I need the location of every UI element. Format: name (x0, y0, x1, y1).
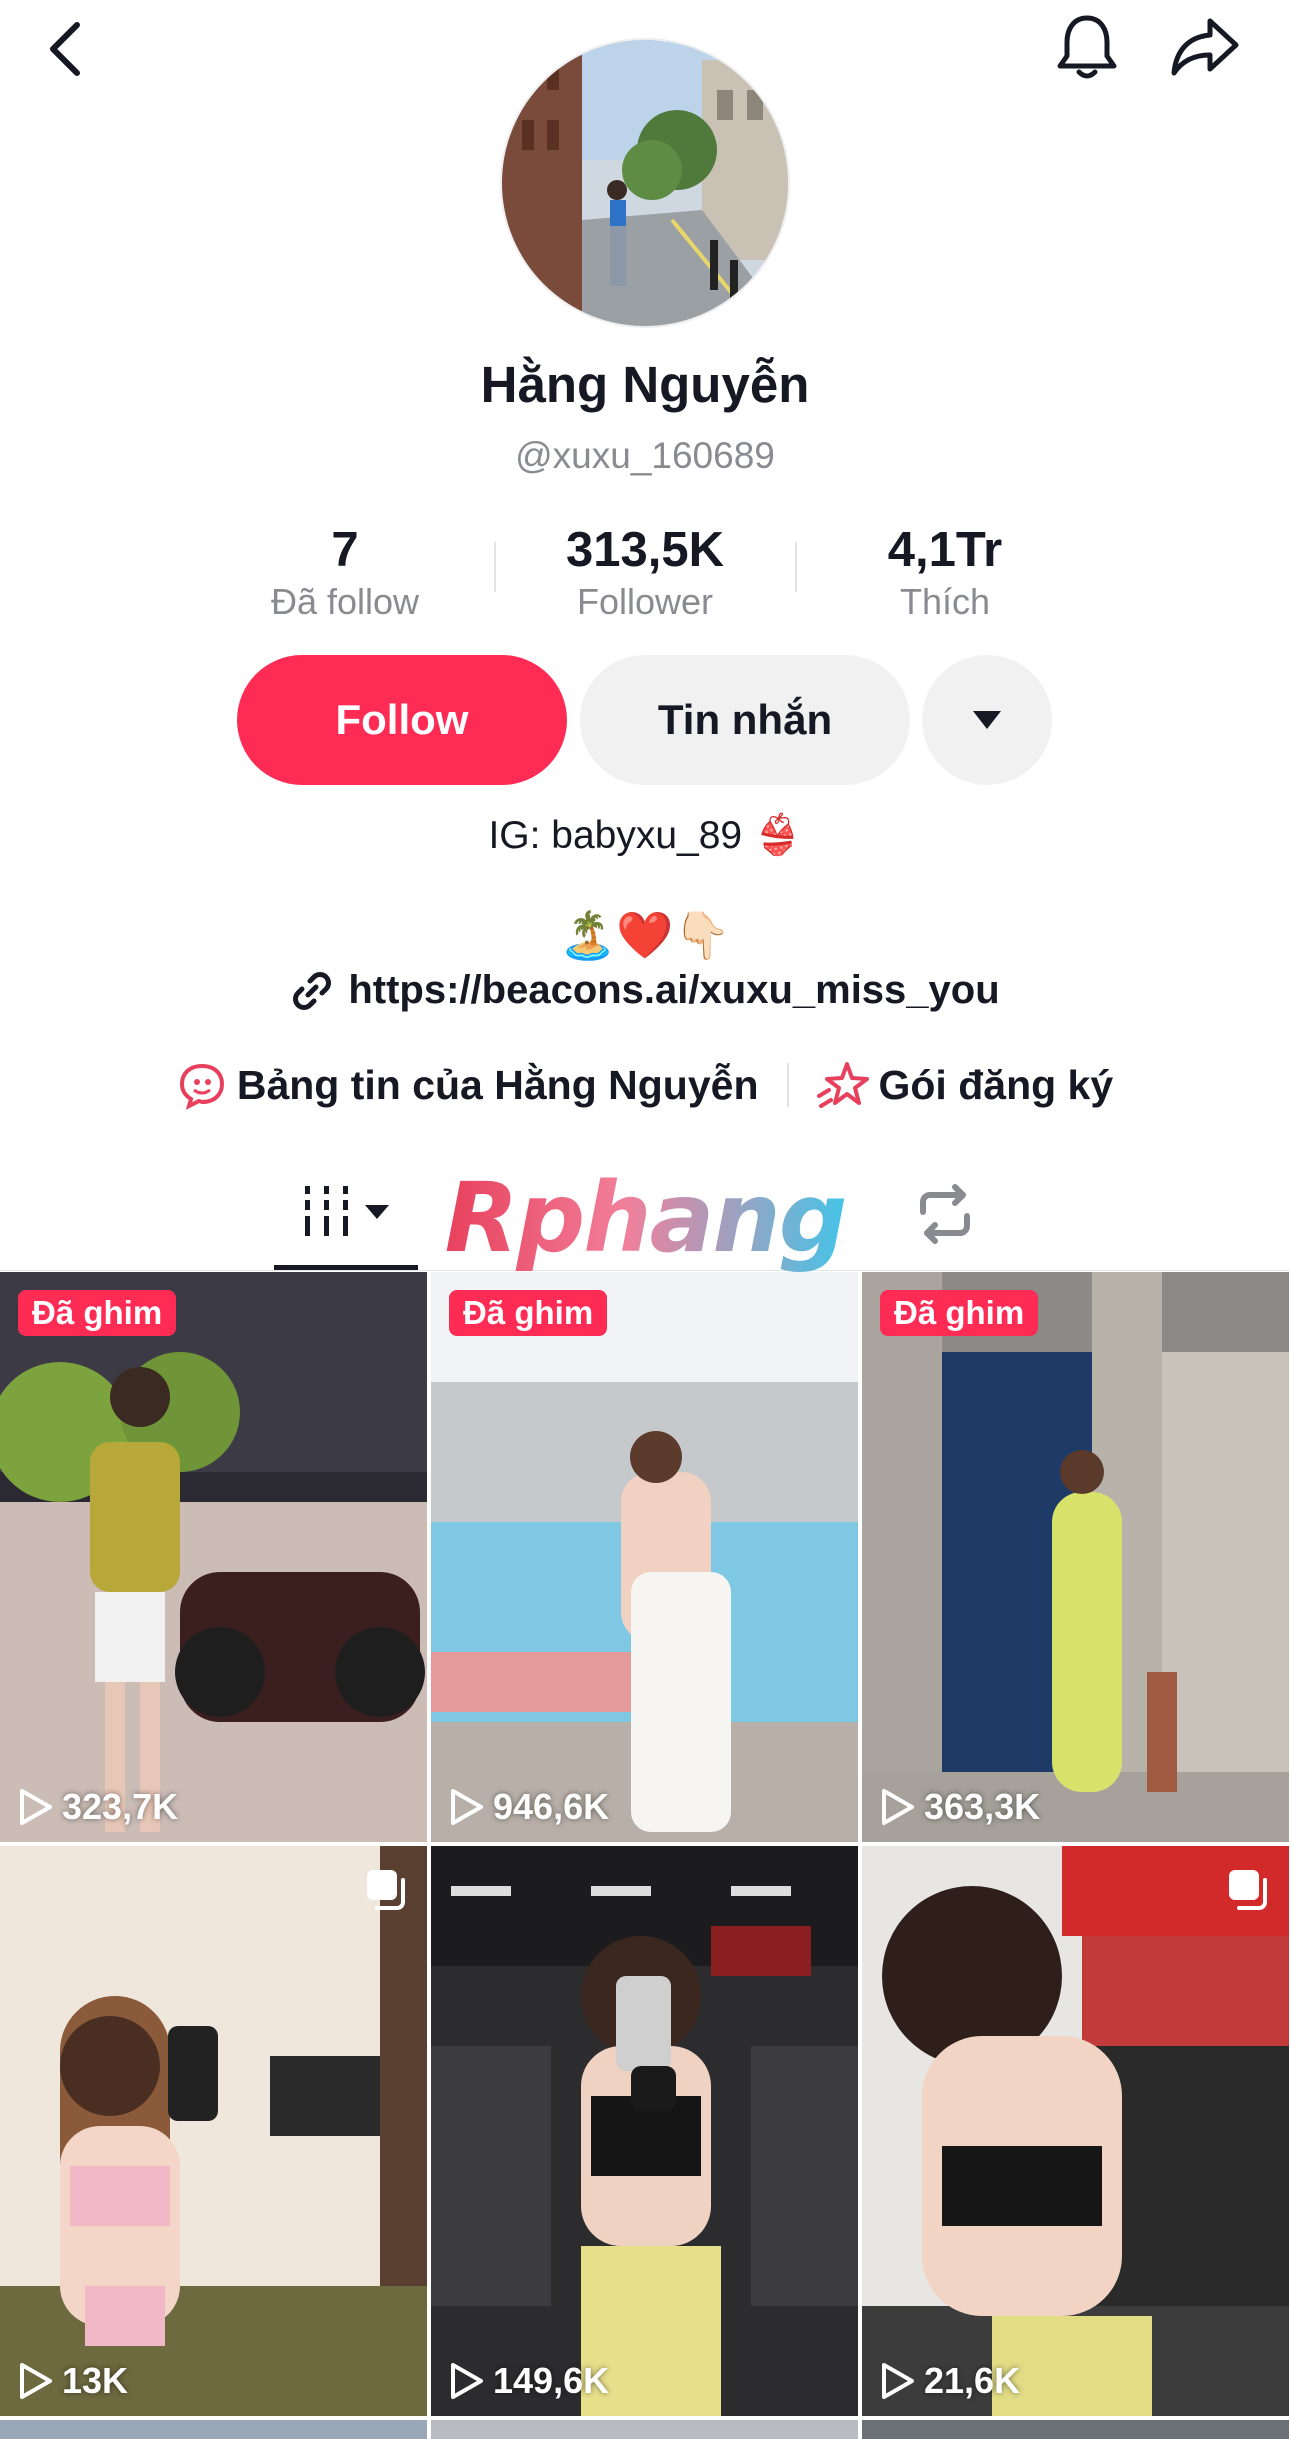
repost-icon (920, 1184, 970, 1244)
bell-icon (1057, 15, 1117, 79)
multi-photo-icon (363, 1866, 409, 1917)
stat-followers-label: Follower (576, 581, 714, 622)
view-count-text: 946,6K (493, 1786, 610, 1827)
view-count: 363,3K (880, 1786, 1040, 1828)
follow-button[interactable]: Follow (237, 655, 567, 785)
play-icon (451, 1789, 483, 1825)
video-thumbnail (0, 1846, 427, 2416)
view-count-text: 363,3K (924, 1786, 1041, 1827)
notification-button[interactable] (1050, 10, 1124, 84)
view-count: 946,6K (449, 1786, 609, 1828)
video-thumbnail (431, 1272, 858, 1842)
stat-divider (494, 542, 496, 592)
feed-link[interactable]: Bảng tin của Hằng Nguyễn (177, 1060, 759, 1110)
feed-link-label: Bảng tin của Hằng Nguyễn (236, 1061, 759, 1108)
more-dropdown-button[interactable] (922, 655, 1052, 785)
video-tile[interactable]: Đã ghim 323,7K (0, 1272, 427, 1842)
bio-link-text: https://beacons.ai/xuxu_miss_you (348, 968, 1000, 1012)
pinned-badge: Đã ghim (880, 1290, 1039, 1336)
view-count: 323,7K (18, 1786, 178, 1828)
subscription-row: Bảng tin của Hằng Nguyễn Gói đăng ký (0, 1060, 1290, 1110)
view-count: 21,6K (880, 2360, 1020, 2402)
video-tile[interactable]: 13K (0, 1846, 427, 2416)
stats-row: 7 Đã follow 313,5K Follower 4,1Tr Thích (0, 520, 1290, 630)
video-thumbnail (862, 1846, 1289, 2416)
play-icon (882, 2363, 914, 2399)
profile-name: Hằng Nguyễn (480, 356, 810, 413)
pinned-badge: Đã ghim (449, 1290, 608, 1336)
stat-likes[interactable]: 4,1Tr Thích (805, 520, 1085, 624)
caret-down-icon (365, 1204, 389, 1219)
bio-link[interactable]: https://beacons.ai/xuxu_miss_you (0, 968, 1290, 1013)
bio-line-2: 🏝️❤️👇🏻 (559, 909, 731, 961)
stat-likes-label: Thích (899, 581, 991, 622)
play-icon (882, 1789, 914, 1825)
video-thumbnail (0, 1272, 427, 1842)
avatar[interactable] (500, 38, 790, 328)
stat-followers[interactable]: 313,5K Follower (505, 520, 785, 624)
message-button[interactable]: Tin nhắn (580, 655, 910, 785)
play-icon (451, 2363, 483, 2399)
video-tile[interactable]: 149,6K (431, 1846, 858, 2416)
video-tile[interactable] (862, 2420, 1289, 2439)
tab-reposts[interactable] (890, 1158, 1000, 1270)
view-count-text: 21,6K (924, 2360, 1021, 2401)
video-thumbnail (862, 1272, 1289, 1842)
link-icon (293, 971, 332, 1010)
multi-photo-icon (1225, 1866, 1271, 1917)
profile-handle: @xuxu_160689 (515, 435, 775, 476)
chevron-left-icon (50, 22, 80, 76)
play-icon (20, 1789, 52, 1825)
avatar-photo (502, 40, 788, 326)
stat-following[interactable]: 7 Đã follow (205, 520, 485, 624)
caret-down-icon (973, 711, 1001, 729)
subscription-link-label: Gói đăng ký (878, 1061, 1114, 1108)
share-button[interactable] (1165, 10, 1245, 84)
view-count-text: 323,7K (62, 1786, 179, 1827)
share-arrow-icon (1171, 18, 1239, 76)
view-count-text: 13K (62, 2360, 129, 2401)
view-count: 13K (18, 2360, 128, 2402)
stat-followers-value: 313,5K (565, 523, 724, 577)
pinned-badge: Đã ghim (18, 1290, 177, 1336)
play-icon (20, 2363, 52, 2399)
view-count: 149,6K (449, 2360, 609, 2402)
grid-icon (305, 1185, 348, 1236)
star-rocket-icon (816, 1062, 869, 1108)
sub-divider (786, 1063, 789, 1107)
view-count-text: 149,6K (493, 2360, 610, 2401)
video-tile[interactable]: 21,6K (862, 1846, 1289, 2416)
video-tile[interactable]: Đã ghim 946,6K (431, 1272, 858, 1842)
watermark-logo: Rphang (445, 1162, 848, 1274)
content-tabs: Rphang (0, 1158, 1290, 1274)
chat-bubble-icon (179, 1063, 224, 1110)
video-tile[interactable]: Đã ghim 363,3K (862, 1272, 1289, 1842)
stat-following-label: Đã follow (270, 581, 420, 622)
stat-divider (795, 542, 797, 592)
stat-likes-value: 4,1Tr (887, 523, 1003, 577)
watermark-text: Rphang (444, 1162, 848, 1274)
back-button[interactable] (30, 14, 100, 84)
bio-line-1: IG: babyxu_89 👙 (488, 814, 802, 857)
stat-following-value: 7 (331, 523, 359, 577)
video-thumbnail (431, 1846, 858, 2416)
video-tile[interactable] (0, 2420, 427, 2439)
tab-videos[interactable] (274, 1158, 418, 1270)
subscription-link[interactable]: Gói đăng ký (816, 1060, 1114, 1110)
video-tile[interactable] (431, 2420, 858, 2439)
